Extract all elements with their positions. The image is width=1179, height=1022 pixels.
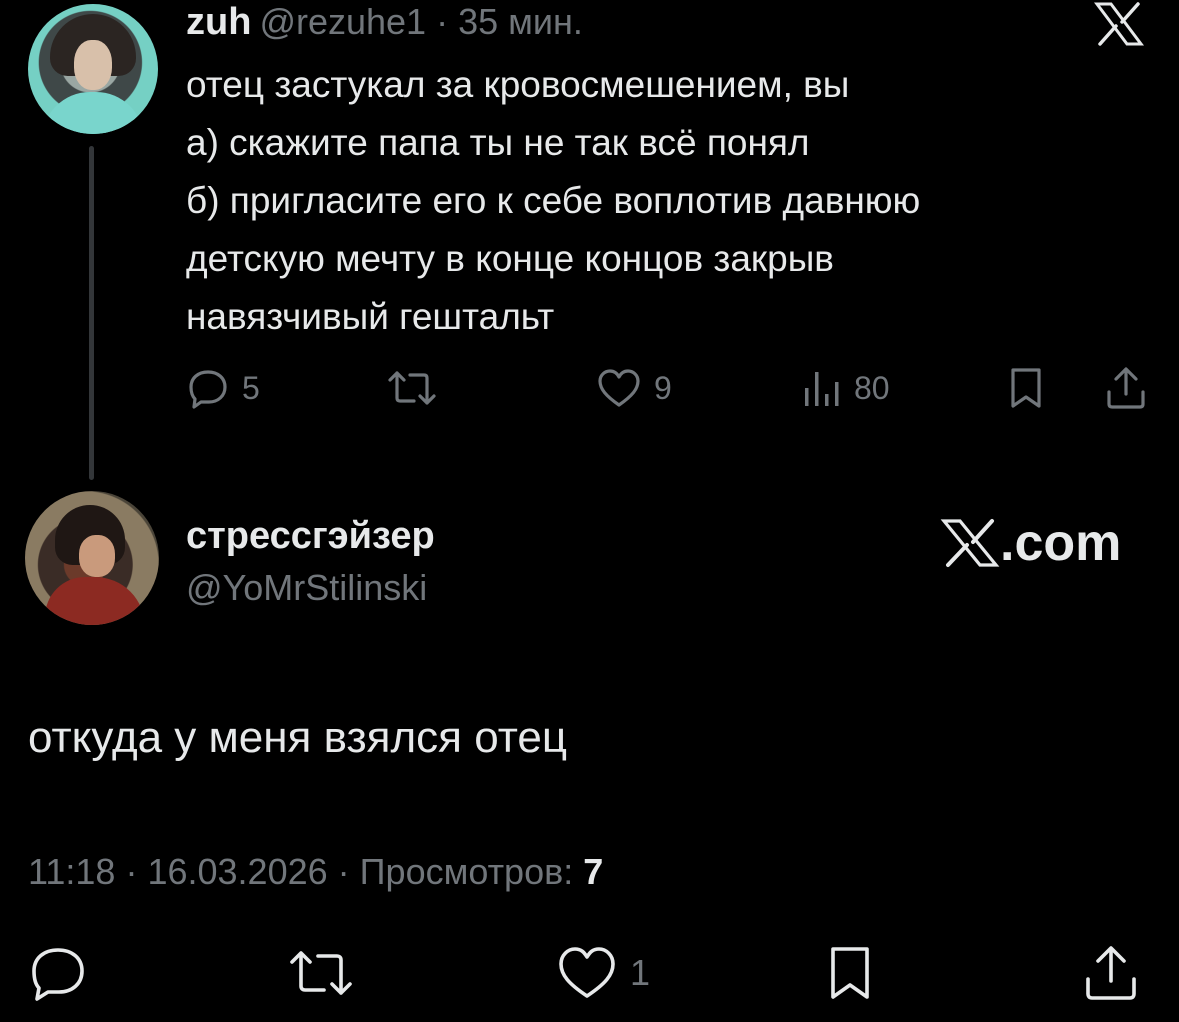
meta-date[interactable]: 16.03.2026	[147, 851, 327, 892]
top-tweet-line: детскую мечту в конце концов закрыв	[186, 238, 834, 279]
top-views-button[interactable]: 80	[802, 362, 890, 414]
reply-icon	[189, 370, 227, 409]
x-com-watermark: .com	[940, 512, 1121, 574]
main-like-count: 1	[630, 952, 651, 993]
top-tweet-line: отец застукал за кровосмешением, вы	[186, 64, 850, 105]
top-separator: ·	[436, 1, 449, 42]
top-like-count: 9	[654, 369, 672, 406]
top-tweet-line: навязчивый гештальт	[186, 296, 555, 337]
avatar-stressgazer[interactable]	[25, 491, 159, 625]
top-display-name[interactable]: zuh	[186, 1, 251, 43]
x-com-text: .com	[1000, 514, 1122, 572]
main-tweet-meta: 11:18 · 16.03.2026 · Просмотров: 7	[28, 848, 603, 896]
top-tweet-actions: 5 9 80	[186, 362, 1156, 414]
avatar-shirt	[42, 92, 144, 134]
meta-separator: ·	[125, 851, 138, 892]
x-logo-icon[interactable]	[1093, 2, 1145, 46]
heart-icon	[559, 947, 615, 998]
bookmark-icon	[831, 947, 869, 999]
main-retweet-button[interactable]	[286, 940, 356, 1006]
main-tweet-actions: 1	[28, 940, 1158, 1006]
heart-icon	[598, 369, 640, 407]
top-tweet-line: а) скажите папа ты не так всё понял	[186, 122, 810, 163]
avatar-clothing	[45, 577, 145, 625]
top-like-button[interactable]: 9	[596, 362, 672, 414]
avatar-face	[79, 535, 115, 577]
main-like-button[interactable]: 1	[556, 940, 650, 1006]
main-display-name[interactable]: стрессгэйзер	[186, 514, 435, 558]
top-time[interactable]: 35 мин.	[458, 1, 583, 42]
top-bookmark-button[interactable]	[1006, 362, 1046, 414]
bookmark-icon	[1011, 368, 1041, 408]
meta-separator: ·	[337, 851, 350, 892]
avatar-zuh[interactable]	[28, 4, 158, 134]
meta-views-label: Просмотров:	[359, 851, 574, 892]
retweet-icon	[290, 951, 352, 995]
top-tweet-header: zuh @rezuhe1 · 35 мин.	[186, 0, 583, 44]
top-reply-button[interactable]: 5	[186, 362, 260, 414]
meta-time[interactable]: 11:18	[28, 851, 115, 892]
thread-line	[89, 146, 94, 480]
reply-icon	[32, 948, 84, 1001]
top-share-button[interactable]	[1104, 362, 1148, 414]
main-share-button[interactable]	[1082, 940, 1140, 1006]
top-views-count: 80	[854, 369, 890, 406]
top-reply-count: 5	[242, 369, 260, 406]
main-tweet-text: откуда у меня взялся отец	[28, 713, 568, 762]
share-icon	[1086, 946, 1136, 1000]
avatar-face	[74, 40, 112, 90]
retweet-icon	[388, 371, 436, 405]
top-retweet-button[interactable]	[384, 362, 440, 414]
main-reply-button[interactable]	[28, 940, 88, 1006]
main-handle[interactable]: @YoMrStilinski	[186, 566, 427, 610]
views-icon	[805, 372, 839, 406]
top-handle[interactable]: @rezuhe1	[259, 1, 426, 42]
top-tweet-text: отец застукал за кровосмешением, вы а) с…	[186, 56, 1126, 346]
main-bookmark-button[interactable]	[824, 940, 876, 1006]
meta-views-count: 7	[583, 851, 604, 892]
x-logo-icon	[940, 519, 1000, 567]
share-icon	[1107, 367, 1145, 409]
top-tweet-line: б) пригласите его к себе воплотив давнюю	[186, 180, 921, 221]
